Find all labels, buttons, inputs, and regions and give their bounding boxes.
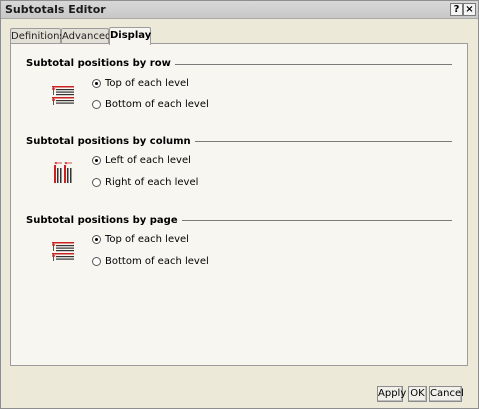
radio-label: Top of each level — [105, 78, 189, 89]
help-button[interactable]: ? — [450, 3, 463, 16]
radio-row-bottom[interactable]: Bottom of each level — [92, 99, 209, 110]
radio-row-left[interactable]: Left of each level — [92, 155, 191, 166]
radio-row-top[interactable]: Top of each level — [92, 78, 189, 89]
close-button[interactable]: × — [463, 3, 476, 16]
section-title-page: Subtotal positions by page — [26, 215, 182, 226]
section-divider — [161, 141, 452, 142]
window-title: Subtotals Editor — [5, 3, 106, 16]
radio-button-selected[interactable] — [92, 156, 101, 165]
section-divider — [151, 220, 452, 221]
radio-button[interactable] — [92, 257, 101, 266]
cancel-button[interactable]: Cancel — [429, 386, 464, 402]
ok-button[interactable]: OK — [408, 386, 427, 402]
radio-label: Left of each level — [105, 155, 191, 166]
radio-label: Top of each level — [105, 234, 189, 245]
page-subtotal-icon — [52, 242, 74, 261]
radio-button[interactable] — [92, 178, 101, 187]
radio-label: Right of each level — [105, 177, 199, 188]
radio-button-selected[interactable] — [92, 235, 101, 244]
apply-button[interactable]: Apply — [377, 386, 406, 402]
radio-row-top[interactable]: Top of each level — [92, 234, 189, 245]
tab-advanced[interactable]: Advanced — [61, 28, 111, 44]
section-title-row: Subtotal positions by row — [26, 58, 175, 69]
column-subtotal-icon — [54, 162, 72, 183]
section-title-column: Subtotal positions by column — [26, 136, 195, 147]
title-bar[interactable]: Subtotals Editor ? × — [1, 1, 478, 19]
display-panel: Subtotal positions by row Top of each le… — [10, 43, 468, 366]
radio-button[interactable] — [92, 100, 101, 109]
radio-label: Bottom of each level — [105, 99, 209, 110]
subtotals-editor-window: Subtotals Editor ? × Definitions Advance… — [0, 0, 479, 409]
radio-row-bottom[interactable]: Bottom of each level — [92, 256, 209, 267]
tab-display[interactable]: Display — [109, 27, 151, 45]
radio-row-right[interactable]: Right of each level — [92, 177, 198, 188]
section-divider — [171, 64, 452, 65]
tab-definitions[interactable]: Definitions — [10, 28, 65, 44]
radio-label: Bottom of each level — [105, 256, 209, 267]
row-subtotal-icon — [52, 86, 74, 105]
radio-button-selected[interactable] — [92, 79, 101, 88]
